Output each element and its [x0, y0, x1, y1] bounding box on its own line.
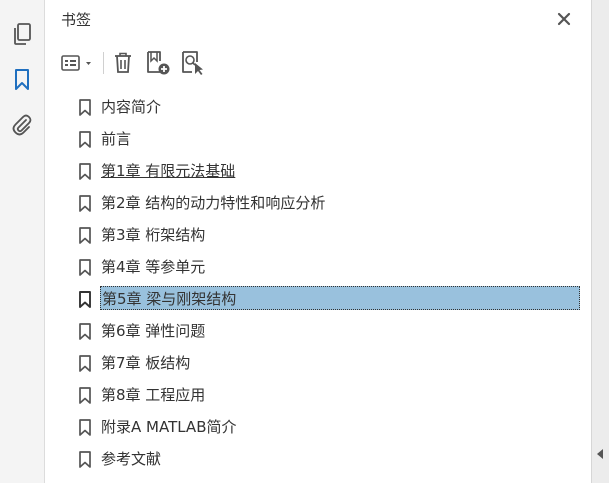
bookmark-item[interactable]: 第8章 工程应用: [45, 379, 591, 411]
panel-splitter[interactable]: [591, 0, 609, 483]
bookmark-item[interactable]: 第2章 结构的动力特性和响应分析: [45, 187, 591, 219]
bookmark-item[interactable]: 第4章 等参单元: [45, 251, 591, 283]
pages-button[interactable]: [8, 20, 36, 48]
bookmark-icon: [79, 323, 91, 340]
chevron-down-icon: [86, 62, 91, 65]
bookmark-item[interactable]: 第3章 桁架结构: [45, 219, 591, 251]
bookmark-label: 第4章 等参单元: [101, 258, 206, 276]
bookmark-label: 第3章 桁架结构: [101, 226, 206, 244]
new-bookmark-icon: [147, 51, 170, 75]
panel-title: 书签: [61, 11, 92, 29]
delete-bookmark-button[interactable]: [111, 50, 135, 76]
close-icon: [557, 12, 571, 26]
bookmark-item[interactable]: 参考文献: [45, 443, 591, 475]
close-panel-button[interactable]: [553, 8, 575, 30]
bookmark-label: 第5章 梁与刚架结构: [100, 286, 580, 310]
bookmark-label: 第1章 有限元法基础: [101, 162, 236, 180]
bookmark-icon: [79, 355, 91, 372]
new-bookmark-button[interactable]: [145, 50, 171, 76]
bookmark-icon: [79, 99, 91, 116]
bookmark-label: 参考文献: [101, 450, 162, 468]
bookmark-label: 第2章 结构的动力特性和响应分析: [101, 194, 326, 212]
bookmark-icon: [79, 451, 91, 468]
bookmarks-app: 书签 内容简介 前言 第1章 有限元法基础 第2章 结构的动力特性和响应分析 第…: [0, 0, 609, 483]
bookmark-item[interactable]: 第6章 弹性问题: [45, 315, 591, 347]
find-current-bookmark-button[interactable]: [180, 50, 206, 76]
bookmark-icon: [79, 195, 91, 212]
attachments-button[interactable]: [8, 111, 36, 139]
bookmark-item[interactable]: 第1章 有限元法基础: [45, 155, 591, 187]
bookmark-label: 内容简介: [101, 98, 162, 116]
bookmark-icon: [79, 259, 91, 276]
paperclip-icon: [12, 114, 32, 136]
bookmark-label: 第7章 板结构: [101, 354, 191, 372]
navigation-rail: [0, 0, 45, 483]
bookmark-item[interactable]: 第7章 板结构: [45, 347, 591, 379]
bookmark-icon: [79, 291, 91, 308]
toolbar-divider: [103, 52, 104, 74]
bookmarks-toolbar: [45, 42, 591, 82]
bookmark-list: 内容简介 前言 第1章 有限元法基础 第2章 结构的动力特性和响应分析 第3章 …: [45, 91, 591, 475]
options-menu-button[interactable]: [60, 50, 98, 76]
bookmark-icon: [79, 131, 91, 148]
bookmark-icon: [79, 227, 91, 244]
pages-icon: [14, 23, 31, 45]
bookmark-item[interactable]: 内容简介: [45, 91, 591, 123]
bookmark-icon: [79, 419, 91, 436]
find-current-bookmark-icon: [182, 51, 203, 75]
bookmark-icon: [15, 69, 29, 90]
bookmark-label: 前言: [101, 130, 132, 148]
trash-icon: [115, 52, 131, 73]
bookmark-item[interactable]: 前言: [45, 123, 591, 155]
bookmark-label: 第8章 工程应用: [101, 386, 206, 404]
bookmark-icon: [79, 387, 91, 404]
bookmarks-panel: 书签 内容简介 前言 第1章 有限元法基础 第2章 结构的动力特性和响应分析 第…: [45, 0, 591, 483]
panel-header: 书签: [45, 0, 591, 38]
bookmark-item-selected[interactable]: 第5章 梁与刚架结构: [45, 283, 591, 315]
list-options-icon: [61, 55, 91, 71]
collapse-arrow-icon[interactable]: [597, 449, 603, 459]
bookmarks-button[interactable]: [8, 66, 36, 94]
bookmark-label: 第6章 弹性问题: [101, 322, 206, 340]
bookmark-item[interactable]: 附录A MATLAB简介: [45, 411, 591, 443]
bookmark-icon: [79, 163, 91, 180]
bookmark-label: 附录A MATLAB简介: [101, 418, 237, 436]
